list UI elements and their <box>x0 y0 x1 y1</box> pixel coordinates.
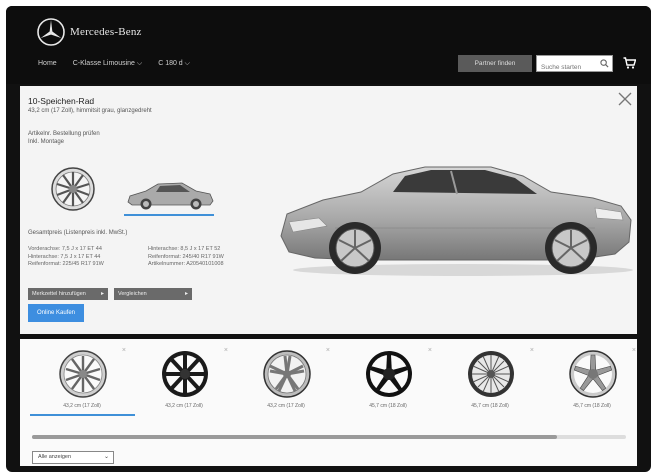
wheel-option-label: 43,2 cm (17 Zoll) <box>165 403 203 409</box>
wheel-selection-strip: × 43,2 cm (17 Zoll) × 43,2 cm (17 Zoll) <box>20 339 637 466</box>
wheel-option[interactable]: × 45,7 cm (18 Zoll) <box>542 347 642 417</box>
search-box <box>536 55 613 75</box>
wheel-option-label: 43,2 cm (17 Zoll) <box>63 403 101 409</box>
close-icon[interactable]: × <box>428 347 432 354</box>
wheel-option[interactable]: × 43,2 cm (17 Zoll) <box>236 347 336 417</box>
close-icon[interactable] <box>617 91 633 107</box>
wheel-option[interactable]: × 45,7 cm (18 Zoll) <box>440 347 540 417</box>
spec-line: Vorderachse: 7,5 J x 17 ET 44 <box>28 246 102 252</box>
wheel-silver-5-spoke-icon <box>569 350 617 398</box>
info-line: Inkl. Montage <box>28 139 65 145</box>
wheel-title: 10-Speichen-Rad <box>28 96 95 106</box>
wheel-option[interactable]: × 43,2 cm (17 Zoll) <box>134 347 234 417</box>
wheel-silver-5-twin-icon <box>263 350 311 398</box>
car-preview-image <box>280 166 633 276</box>
sort-select[interactable]: Alle anzeigen ⌄ <box>32 451 114 464</box>
compare-button[interactable]: Vergleichen ▸ <box>114 288 192 300</box>
search-icon[interactable] <box>600 59 609 68</box>
close-icon[interactable]: × <box>224 347 228 354</box>
browser-frame: Mercedes-Benz Home C-Klasse Limousine ⌵ … <box>6 6 651 472</box>
close-icon[interactable]: × <box>122 347 126 354</box>
close-icon[interactable]: × <box>326 347 330 354</box>
spec-column-left: Vorderachse: 7,5 J x 17 ET 44 Hinterachs… <box>28 246 104 269</box>
arrow-right-icon: ▸ <box>184 291 188 297</box>
close-icon[interactable]: × <box>632 347 636 354</box>
price-section-label: Gesamtpreis (Listenpreis inkl. MwSt.) <box>28 230 128 236</box>
wheel-black-5-spoke-icon <box>366 351 412 397</box>
wheel-selected-indicator <box>30 414 135 416</box>
mercedes-star-logo[interactable] <box>36 17 66 47</box>
main-nav: Home C-Klasse Limousine ⌵ C 180 d ⌵ <box>38 60 190 68</box>
buy-online-button[interactable]: Online Kaufen <box>28 304 84 322</box>
search-input[interactable] <box>537 60 597 75</box>
nav-home[interactable]: Home <box>38 60 57 68</box>
arrow-right-icon: ▸ <box>100 291 104 297</box>
spec-line: Hinterachse: 7,5 J x 17 ET 44 <box>28 253 101 260</box>
wheel-detail-panel: 10-Speichen-Rad 43,2 cm (17 Zoll), himmi… <box>20 86 637 334</box>
chevron-down-icon: ⌄ <box>103 454 109 460</box>
spec-line: Artikelnummer: A20540101008 <box>148 261 224 267</box>
find-dealer-button[interactable]: Partner finden <box>458 55 532 72</box>
spec-line: Reifenformat: 245/40 R17 91W <box>148 253 224 260</box>
brand-name: Mercedes-Benz <box>70 26 142 38</box>
wheel-option-label: 45,7 cm (18 Zoll) <box>573 403 611 409</box>
wheel-option-label: 43,2 cm (17 Zoll) <box>267 403 305 409</box>
add-to-list-label: Merkzettel hinzufügen <box>32 291 86 297</box>
close-icon[interactable]: × <box>530 347 534 354</box>
wheel-subtitle: 43,2 cm (17 Zoll), himmitsit grau, glanz… <box>28 108 152 114</box>
wheel-option-label: 45,7 cm (18 Zoll) <box>471 403 509 409</box>
wheel-info: Artikelnr. Bestellung prüfen Inkl. Monta… <box>28 130 100 146</box>
compare-label: Vergleichen <box>118 291 147 297</box>
wheel-multispoke-silver-icon <box>59 350 107 398</box>
wheel-option-label: 45,7 cm (18 Zoll) <box>369 403 407 409</box>
spec-line: Reifenformat: 225/45 R17 91W <box>28 261 104 267</box>
wheel-mesh-silver-icon <box>468 351 514 397</box>
nav-model[interactable]: C-Klasse Limousine ⌵ <box>73 60 143 68</box>
info-line: Artikelnr. Bestellung prüfen <box>28 131 100 137</box>
spec-line: Hinterachse: 8,5 J x 17 ET 52 <box>148 246 221 252</box>
wheel-option[interactable]: × 43,2 cm (17 Zoll) <box>32 347 132 417</box>
car-thumbnail[interactable] <box>124 174 216 214</box>
nav-variant[interactable]: C 180 d ⌵ <box>158 60 190 68</box>
thumbnail-selected-indicator <box>124 214 214 216</box>
wheel-option[interactable]: × 45,7 cm (18 Zoll) <box>338 347 438 417</box>
sort-select-value: Alle anzeigen <box>38 454 72 460</box>
top-navigation-bar: Mercedes-Benz Home C-Klasse Limousine ⌵ … <box>6 6 651 84</box>
spec-column-right: Hinterachse: 8,5 J x 17 ET 52 Reifenform… <box>148 246 224 269</box>
horizontal-scrollbar[interactable] <box>32 435 626 439</box>
cart-icon[interactable] <box>623 57 636 69</box>
wheel-black-multispoke-icon <box>162 351 208 397</box>
wheel-thumbnail[interactable] <box>50 166 96 212</box>
scrollbar-thumb[interactable] <box>32 435 557 439</box>
add-to-list-button[interactable]: Merkzettel hinzufügen ▸ <box>28 288 108 300</box>
